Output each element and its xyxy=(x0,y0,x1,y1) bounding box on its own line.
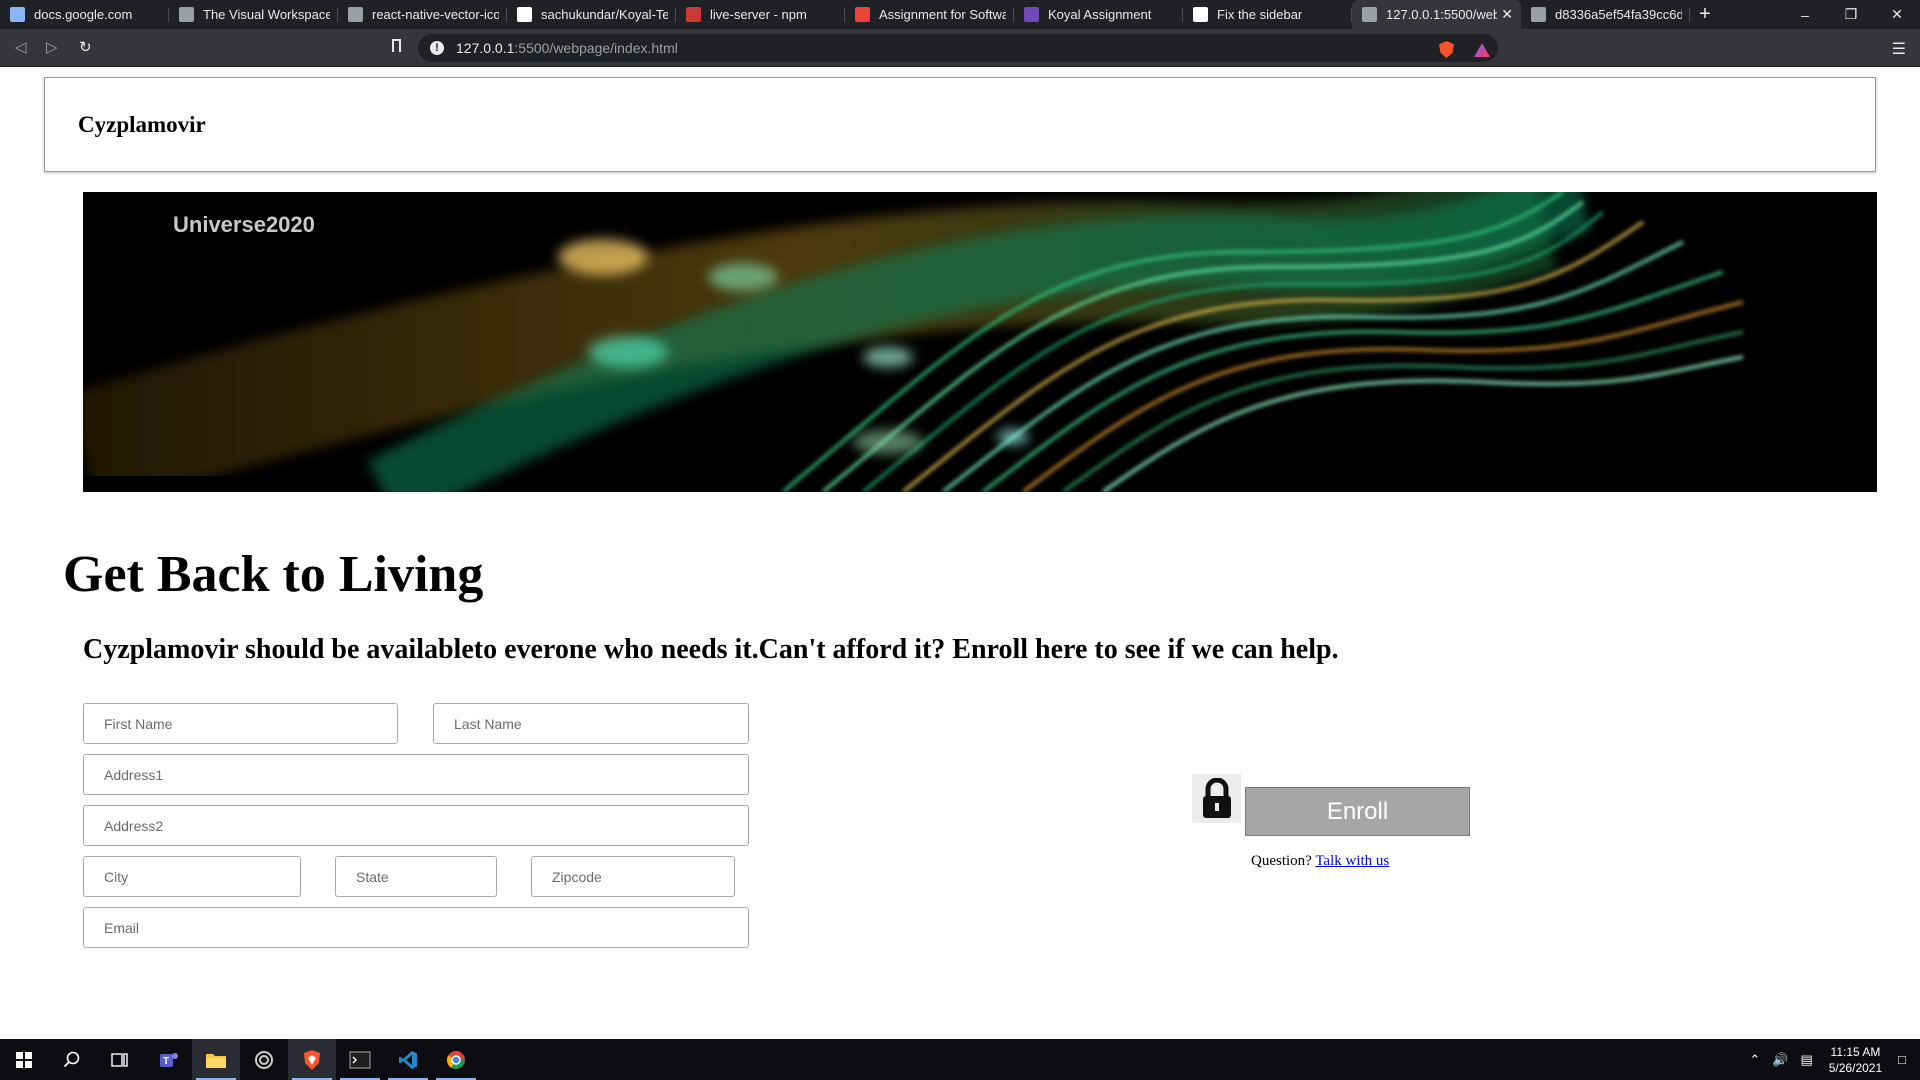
email-field[interactable] xyxy=(83,907,749,948)
globe-icon xyxy=(348,7,363,22)
tab-title: 127.0.0.1:5500/webpage xyxy=(1386,7,1498,22)
tab-list: docs.google.com The Visual Workspace | V r… xyxy=(0,0,1690,29)
site-header: Cyzplamovir xyxy=(44,77,1876,172)
question-label: Question? xyxy=(1251,853,1312,869)
globe-icon xyxy=(179,7,194,22)
window-controls: – ❐ ✕ xyxy=(1782,0,1920,29)
site-info-icon[interactable]: ! xyxy=(430,41,444,55)
close-tab-icon[interactable]: ✕ xyxy=(1501,6,1513,23)
minimize-icon[interactable]: – xyxy=(1782,0,1828,29)
cortana-icon[interactable] xyxy=(240,1039,288,1080)
browser-tab-strip: docs.google.com The Visual Workspace | V r… xyxy=(0,0,1920,29)
zipcode-field[interactable] xyxy=(531,856,735,897)
last-name-field[interactable] xyxy=(433,703,749,744)
browser-tab[interactable]: 127.0.0.1:5500/webpage✕ xyxy=(1352,0,1521,29)
gmail-icon xyxy=(855,7,870,22)
tab-title: Koyal Assignment xyxy=(1048,7,1152,22)
tab-title: d8336a5ef54fa39cc6d38 xyxy=(1555,7,1682,22)
notification-icon[interactable]: □ xyxy=(1898,1052,1906,1067)
browser-tab[interactable]: Fix the sidebar xyxy=(1183,0,1352,29)
talk-with-us-link[interactable]: Talk with us xyxy=(1315,853,1389,869)
tab-title: sachukundar/Koyal-Tech xyxy=(541,7,668,22)
windows-start-icon[interactable] xyxy=(0,1039,48,1080)
tab-title: Assignment for Software xyxy=(879,7,1006,22)
browser-tab[interactable]: d8336a5ef54fa39cc6d38 xyxy=(1521,0,1690,29)
chrome-icon[interactable] xyxy=(432,1039,480,1080)
task-view-icon[interactable] xyxy=(96,1039,144,1080)
maximize-icon[interactable]: ❐ xyxy=(1828,0,1874,29)
address2-field[interactable] xyxy=(83,805,749,846)
github-icon xyxy=(517,7,532,22)
url-text: 127.0.0.1:5500/webpage/index.html xyxy=(456,40,678,56)
forward-icon[interactable]: ▷ xyxy=(46,38,58,56)
tab-title: react-native-vector-icons xyxy=(372,7,499,22)
browser-tab[interactable]: docs.google.com xyxy=(0,0,169,29)
back-icon[interactable]: ◁ xyxy=(15,38,27,56)
file-explorer-icon[interactable] xyxy=(192,1039,240,1080)
enroll-button[interactable]: Enroll xyxy=(1245,787,1470,836)
first-name-field[interactable] xyxy=(83,703,398,744)
browser-tab[interactable]: Koyal Assignment xyxy=(1014,0,1183,29)
close-window-icon[interactable]: ✕ xyxy=(1874,0,1920,29)
browser-tab[interactable]: The Visual Workspace | V xyxy=(169,0,338,29)
tab-title: live-server - npm xyxy=(710,7,807,22)
brave-icon[interactable] xyxy=(288,1039,336,1080)
network-icon[interactable]: ▤ xyxy=(1800,1052,1812,1068)
globe-icon xyxy=(1362,7,1377,22)
brand-name: Cyzplamovir xyxy=(78,112,206,137)
city-field[interactable] xyxy=(83,856,301,897)
search-icon[interactable] xyxy=(48,1039,96,1080)
globe-icon xyxy=(1531,7,1546,22)
system-clock[interactable]: 11:15 AM 5/26/2021 xyxy=(1829,1044,1882,1076)
browser-menu-icon[interactable]: ☰ xyxy=(1892,39,1906,59)
question-text: Question? Talk with us xyxy=(1251,853,1389,870)
page-headline: Get Back to Living xyxy=(63,546,484,603)
chevron-up-icon[interactable]: ⌃ xyxy=(1749,1052,1760,1068)
browser-tab[interactable]: sachukundar/Koyal-Tech xyxy=(507,0,676,29)
hero-banner-image: Universe2020 xyxy=(83,192,1877,492)
terminal-icon[interactable] xyxy=(336,1039,384,1080)
address1-field[interactable] xyxy=(83,754,749,795)
codepen-icon xyxy=(1193,7,1208,22)
tab-title: docs.google.com xyxy=(34,7,133,22)
address-bar[interactable]: ! 127.0.0.1:5500/webpage/index.html xyxy=(418,34,1498,62)
browser-tab[interactable]: live-server - npm xyxy=(676,0,845,29)
tab-title: Fix the sidebar xyxy=(1217,7,1303,22)
svg-text:T: T xyxy=(163,1056,169,1067)
teams-icon[interactable]: T xyxy=(144,1039,192,1080)
vscode-icon[interactable] xyxy=(384,1039,432,1080)
universe2020-logo: Universe2020 xyxy=(173,212,315,237)
new-tab-button[interactable]: + xyxy=(1690,0,1720,29)
docs-icon xyxy=(10,7,25,22)
web-page: Cyzplamovir Universe2020 Get Back to Liv… xyxy=(0,67,1920,1039)
browser-tab[interactable]: react-native-vector-icons xyxy=(338,0,507,29)
hero-banner: Universe2020 xyxy=(83,192,1877,492)
browser-toolbar: ◁ ▷ ↻ ! 127.0.0.1:5500/webpage/index.htm… xyxy=(0,29,1920,67)
browser-tab[interactable]: Assignment for Software xyxy=(845,0,1014,29)
clock-time: 11:15 AM xyxy=(1830,1044,1881,1059)
tab-title: The Visual Workspace | V xyxy=(203,7,330,22)
windows-taskbar: T ⌃ 🔊 ▤ 11:15 AM 5/26/2021 □ xyxy=(0,1039,1920,1080)
volume-icon[interactable]: 🔊 xyxy=(1772,1052,1788,1068)
forms-icon xyxy=(1024,7,1039,22)
clock-date: 5/26/2021 xyxy=(1828,1060,1883,1075)
lock-icon xyxy=(1192,774,1241,823)
system-tray: ⌃ 🔊 ▤ 11:15 AM 5/26/2021 □ xyxy=(1743,1039,1920,1080)
reload-icon[interactable]: ↻ xyxy=(79,38,92,56)
npm-icon xyxy=(686,7,701,22)
bookmark-icon[interactable] xyxy=(392,39,401,52)
page-subheadline: Cyzplamovir should be availableto everon… xyxy=(83,634,1339,665)
state-field[interactable] xyxy=(335,856,497,897)
